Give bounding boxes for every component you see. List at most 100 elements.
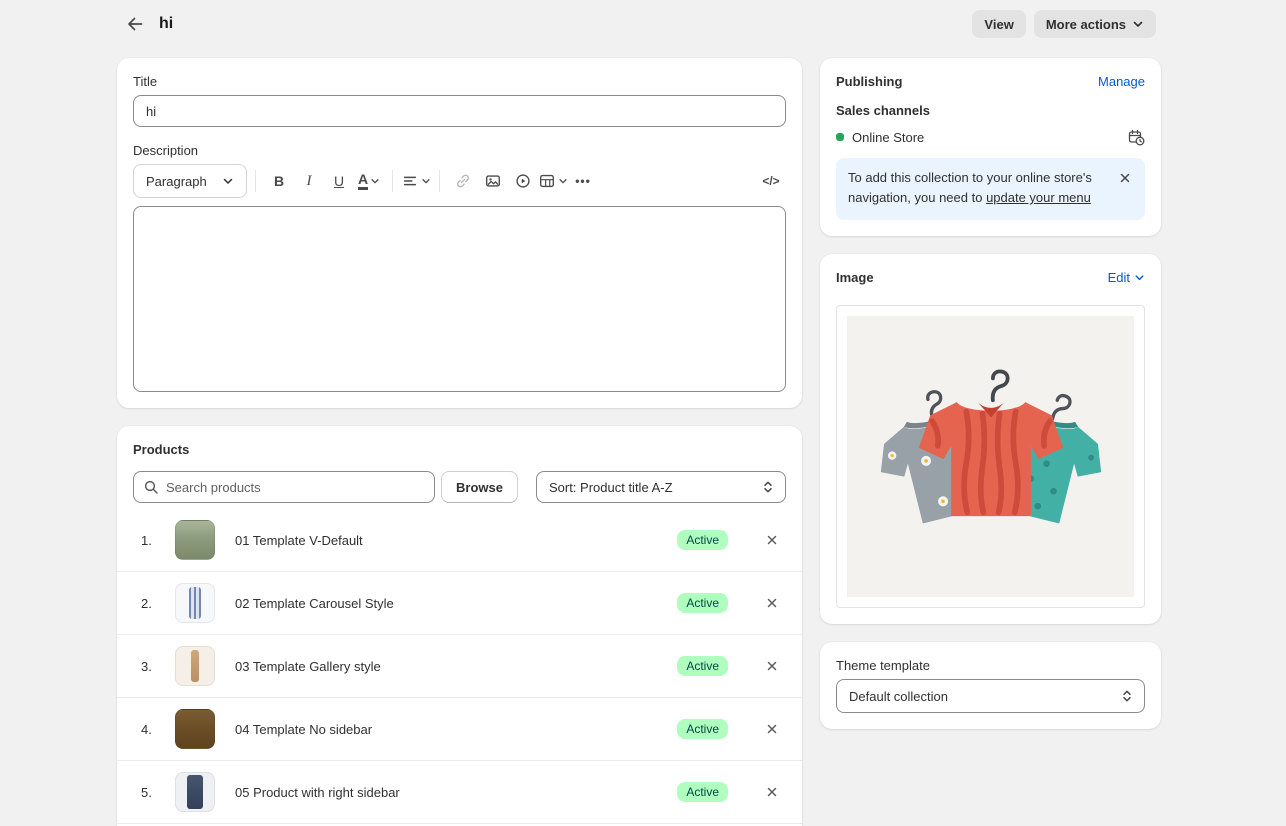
close-icon xyxy=(765,659,779,673)
link-icon xyxy=(454,172,472,190)
stepper-icon xyxy=(761,479,775,495)
row-index: 2. xyxy=(141,596,167,611)
chevron-down-icon xyxy=(1132,18,1144,30)
search-products-input[interactable] xyxy=(133,471,435,503)
underline-button[interactable]: U xyxy=(324,166,354,196)
toolbar-divider xyxy=(255,170,256,192)
image-icon xyxy=(484,172,502,190)
view-button[interactable]: View xyxy=(972,10,1025,38)
arrow-left-icon xyxy=(125,14,145,34)
brown-sweater-thumbnail xyxy=(175,709,215,749)
insert-video-button[interactable] xyxy=(508,166,538,196)
dark-jeans-thumbnail xyxy=(175,772,215,812)
channel-name: Online Store xyxy=(852,130,924,145)
edit-image-button[interactable]: Edit xyxy=(1108,270,1145,285)
green-sweater-thumbnail xyxy=(175,520,215,560)
remove-product-button[interactable] xyxy=(762,530,782,550)
product-name: 04 Template No sidebar xyxy=(235,722,372,737)
more-formatting-button[interactable]: ••• xyxy=(568,166,598,196)
back-button[interactable] xyxy=(121,10,149,38)
remove-product-button[interactable] xyxy=(762,719,782,739)
main-column: Title Description Paragraph B xyxy=(117,58,802,826)
dismiss-banner-button[interactable] xyxy=(1115,168,1135,188)
paragraph-style-select[interactable]: Paragraph xyxy=(133,164,247,198)
insert-link-button[interactable] xyxy=(448,166,478,196)
text-color-icon: A xyxy=(358,172,368,190)
description-textarea[interactable] xyxy=(133,206,786,392)
product-row: 2. 02 Template Carousel Style Active xyxy=(117,572,802,635)
page-layout: Title Description Paragraph B xyxy=(0,40,1286,826)
browse-button-label: Browse xyxy=(456,480,503,495)
remove-product-button[interactable] xyxy=(762,593,782,613)
italic-icon: I xyxy=(307,173,312,190)
remove-product-button[interactable] xyxy=(762,782,782,802)
product-list: 1. 01 Template V-Default Active 2. xyxy=(133,509,786,824)
chevron-down-icon xyxy=(421,176,431,186)
channel-status-dot xyxy=(836,133,844,141)
remove-product-button[interactable] xyxy=(762,656,782,676)
products-controls: Browse Sort: Product title A-Z xyxy=(133,471,786,503)
publishing-heading: Publishing xyxy=(836,74,902,89)
product-row: 4. 04 Template No sidebar Active xyxy=(117,698,802,761)
text-color-button[interactable]: A xyxy=(354,166,384,196)
image-card-header: Image Edit xyxy=(836,270,1145,285)
paragraph-style-label: Paragraph xyxy=(146,174,207,189)
close-icon xyxy=(765,785,779,799)
sort-select-value: Sort: Product title A-Z xyxy=(549,480,673,495)
product-row: 5. 05 Product with right sidebar Active xyxy=(117,761,802,824)
status-badge: Active xyxy=(677,719,728,739)
alignment-button[interactable] xyxy=(401,166,431,196)
product-row: 3. 03 Template Gallery style Active xyxy=(117,635,802,698)
insert-image-button[interactable] xyxy=(478,166,508,196)
row-index: 4. xyxy=(141,722,167,737)
row-index: 5. xyxy=(141,785,167,800)
tan-pants-thumbnail xyxy=(175,646,215,686)
update-your-menu-link[interactable]: update your menu xyxy=(986,190,1091,205)
striped-pants-thumbnail xyxy=(175,583,215,623)
view-button-label: View xyxy=(984,17,1013,32)
title-input[interactable] xyxy=(133,95,786,127)
search-icon xyxy=(143,479,159,495)
schedule-calendar-icon[interactable] xyxy=(1127,128,1145,146)
toolbar-divider xyxy=(439,170,440,192)
chevron-down-icon xyxy=(222,175,234,187)
align-left-icon xyxy=(401,172,419,190)
image-heading: Image xyxy=(836,270,874,285)
status-badge: Active xyxy=(677,530,728,550)
page-title: hi xyxy=(159,15,173,33)
code-icon: </> xyxy=(762,174,779,188)
navigation-info-banner: To add this collection to your online st… xyxy=(836,158,1145,220)
row-index: 3. xyxy=(141,659,167,674)
close-icon xyxy=(765,722,779,736)
page-header: hi View More actions xyxy=(0,0,1286,40)
insert-table-button[interactable] xyxy=(538,166,568,196)
product-row: 1. 01 Template V-Default Active xyxy=(117,509,802,572)
bold-icon: B xyxy=(274,173,284,189)
bold-button[interactable]: B xyxy=(264,166,294,196)
channel-row: Online Store xyxy=(836,128,1145,146)
show-html-button[interactable]: </> xyxy=(756,166,786,196)
details-card: Title Description Paragraph B xyxy=(117,58,802,408)
sort-select[interactable]: Sort: Product title A-Z xyxy=(536,471,786,503)
italic-button[interactable]: I xyxy=(294,166,324,196)
more-actions-label: More actions xyxy=(1046,17,1126,32)
theme-template-select[interactable]: Default collection xyxy=(836,679,1145,713)
status-badge: Active xyxy=(677,782,728,802)
image-card: Image Edit xyxy=(820,254,1161,624)
browse-button[interactable]: Browse xyxy=(441,471,518,503)
chevron-down-icon xyxy=(370,176,380,186)
collection-image[interactable] xyxy=(836,305,1145,608)
products-heading: Products xyxy=(133,442,786,457)
search-box xyxy=(133,471,435,503)
chevron-down-icon xyxy=(1134,272,1145,283)
header-actions: View More actions xyxy=(972,10,1156,38)
video-play-icon xyxy=(514,172,532,190)
title-label: Title xyxy=(133,74,786,89)
product-name: 03 Template Gallery style xyxy=(235,659,381,674)
more-actions-button[interactable]: More actions xyxy=(1034,10,1156,38)
stepper-icon xyxy=(1120,688,1134,704)
manage-link[interactable]: Manage xyxy=(1098,74,1145,89)
table-icon xyxy=(538,172,556,190)
description-label: Description xyxy=(133,143,786,158)
banner-text: To add this collection to your online st… xyxy=(848,168,1107,208)
